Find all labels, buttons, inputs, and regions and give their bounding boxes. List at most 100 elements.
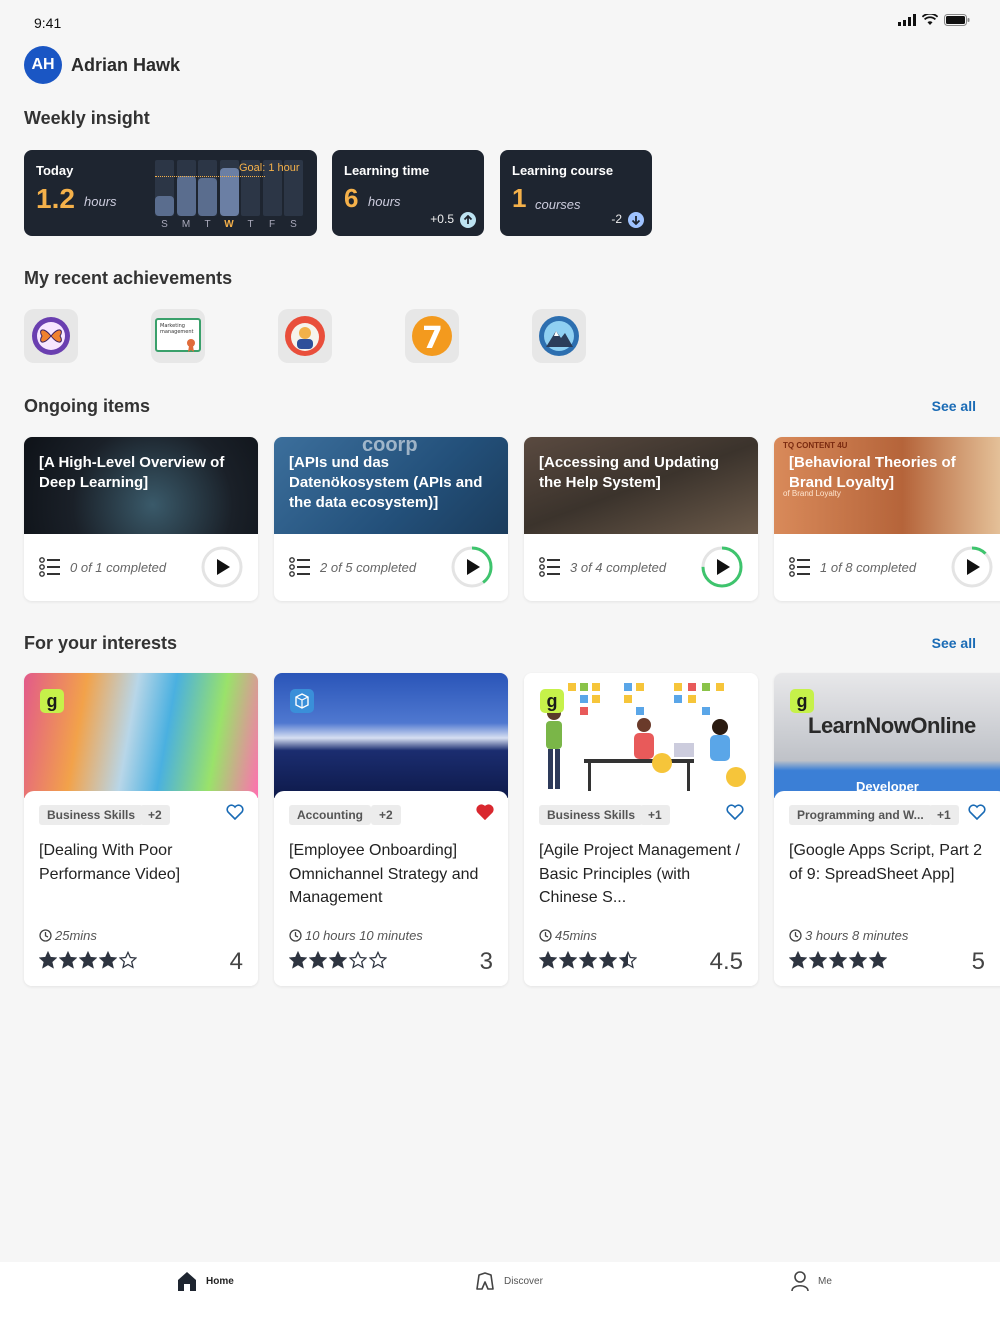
ongoing-title-text: [Accessing and Updating the Help System]: [539, 454, 720, 491]
duration-text: 10 hours 10 minutes: [305, 928, 423, 943]
ongoing-progress-text: 1 of 8 completed: [820, 560, 917, 575]
ongoing-card[interactable]: [A High-Level Overview of Deep Learning]…: [24, 437, 258, 601]
heart-outline-icon[interactable]: [726, 804, 744, 820]
rating-value: 4.5: [709, 948, 743, 975]
day-label: M: [181, 219, 191, 230]
star-filled-icon: [309, 951, 327, 969]
status-icons: [898, 14, 970, 26]
ongoing-card[interactable]: [Accessing and Updating the Help System]…: [524, 437, 758, 601]
day-label: T: [247, 219, 254, 230]
svg-text:7: 7: [422, 321, 443, 356]
achievement-badge-marketing[interactable]: Marketing management: [151, 309, 205, 363]
svg-text:management: management: [160, 329, 194, 335]
play-progress-button[interactable]: [700, 545, 744, 589]
wifi-icon: [922, 14, 938, 25]
course-card[interactable]: Accounting +2 [Employee Onboarding] Omni…: [274, 673, 508, 986]
user-name: Adrian Hawk: [71, 54, 181, 75]
star-outline-icon: [349, 951, 367, 969]
ongoing-card[interactable]: coorp [APIs und das Datenökosystem (APIs…: [274, 437, 508, 601]
achievement-badge-seven-days[interactable]: 7: [405, 309, 459, 363]
achievement-badge-quiz-master[interactable]: [278, 309, 332, 363]
clock-icon: [289, 929, 302, 942]
learning-time-delta: +0.5: [430, 212, 454, 226]
learning-time-unit: hours: [368, 194, 401, 209]
star-filled-icon: [579, 951, 597, 969]
achievement-badge-everest[interactable]: [532, 309, 586, 363]
achievement-badge-butterfly[interactable]: [24, 309, 78, 363]
butterfly-badge-icon: [32, 317, 70, 355]
status-time: 9:41: [34, 15, 62, 31]
arrow-down-icon: [628, 212, 644, 228]
ongoing-title-text: [A High-Level Overview of Deep Learning]: [39, 454, 225, 491]
heart-outline-icon[interactable]: [226, 804, 244, 820]
heart-outline-icon[interactable]: [968, 804, 986, 820]
day-label: S: [161, 219, 168, 230]
star-rating: [39, 951, 137, 969]
learning-time-label: Learning time: [344, 163, 430, 178]
extra-tags-count: +1: [640, 805, 670, 825]
star-filled-icon: [829, 951, 847, 969]
star-outline-icon: [369, 951, 387, 969]
avatar[interactable]: AH: [24, 46, 62, 84]
ongoing-progress-text: 2 of 5 completed: [320, 560, 417, 575]
ongoing-see-all-link[interactable]: See all: [932, 398, 976, 414]
discover-icon: [476, 1272, 494, 1290]
heart-filled-icon[interactable]: [476, 804, 494, 820]
learning-course-label: Learning course: [512, 163, 614, 178]
course-title: [Agile Project Management / Basic Princi…: [539, 842, 740, 906]
ongoing-title: Ongoing items: [24, 396, 150, 416]
star-rating: [289, 951, 387, 969]
course-card[interactable]: g Business Skills +2 [Dealing With Poor …: [24, 673, 258, 986]
ongoing-card[interactable]: TQ CONTENT 4U of Brand Loyalty [Behavior…: [774, 437, 1000, 601]
thumbnail-provider: TQ CONTENT 4U: [783, 441, 848, 450]
profile-header[interactable]: AH Adrian Hawk: [24, 46, 180, 84]
nav-home[interactable]: Home: [176, 1270, 234, 1292]
star-filled-icon: [789, 951, 807, 969]
nav-discover[interactable]: Discover: [474, 1270, 543, 1292]
course-duration: 3 hours 8 minutes: [789, 928, 908, 943]
course-title: [Dealing With Poor Performance Video]: [39, 842, 181, 883]
category-tag: Business Skills: [39, 805, 144, 825]
duration-text: 25mins: [55, 928, 97, 943]
rating-value: 3: [479, 948, 493, 975]
day-label: W: [224, 219, 234, 230]
interests-see-all-link[interactable]: See all: [932, 635, 976, 651]
today-value: 1.2: [36, 183, 75, 214]
extra-tags-count: +2: [371, 805, 401, 825]
person-icon: [791, 1271, 809, 1292]
star-filled-icon: [39, 951, 57, 969]
provider-logo-icon: g: [540, 689, 564, 713]
bottom-navigation: Home Discover Me: [0, 1262, 1000, 1334]
achievements-title: My recent achievements: [24, 268, 233, 288]
rating-value: 4: [229, 948, 243, 975]
course-card[interactable]: g Business Skills +1 [Agile Project Mana…: [524, 673, 758, 986]
mount-everest-badge-icon: [539, 316, 579, 356]
learning-time-card[interactable]: Learning time 6 hours +0.5: [332, 150, 484, 236]
learning-course-delta: -2: [611, 212, 622, 226]
list-icon: [539, 557, 560, 577]
category-tag: Accounting: [289, 805, 371, 825]
course-card[interactable]: LearnNowOnline Developer g Programming a…: [774, 673, 1000, 986]
star-filled-icon: [289, 951, 307, 969]
course-card-body: Business Skills +1 [Agile Project Manage…: [524, 791, 758, 986]
home-icon: [178, 1272, 196, 1291]
course-title: [Employee Onboarding] Omnichannel Strate…: [289, 842, 479, 906]
play-progress-button[interactable]: [200, 545, 244, 589]
play-progress-button[interactable]: [950, 545, 994, 589]
learning-time-value: 6: [344, 183, 359, 213]
today-unit: hours: [84, 194, 117, 209]
marketing-certificate-icon: Marketing management: [155, 318, 201, 352]
star-half-icon: [619, 951, 637, 969]
star-filled-icon: [809, 951, 827, 969]
star-rating: [539, 951, 637, 969]
nav-me[interactable]: Me: [790, 1270, 832, 1292]
thumbnail-brand: LearnNowOnline: [808, 713, 976, 738]
provider-logo-icon: g: [790, 689, 814, 713]
course-card-body: Programming and W... +1 [Google Apps Scr…: [774, 791, 1000, 986]
provider-box-icon: [290, 689, 314, 713]
star-filled-icon: [869, 951, 887, 969]
learning-course-card[interactable]: Learning course 1 courses -2: [500, 150, 652, 236]
star-filled-icon: [79, 951, 97, 969]
day-label: F: [268, 219, 276, 230]
play-progress-button[interactable]: [450, 545, 494, 589]
